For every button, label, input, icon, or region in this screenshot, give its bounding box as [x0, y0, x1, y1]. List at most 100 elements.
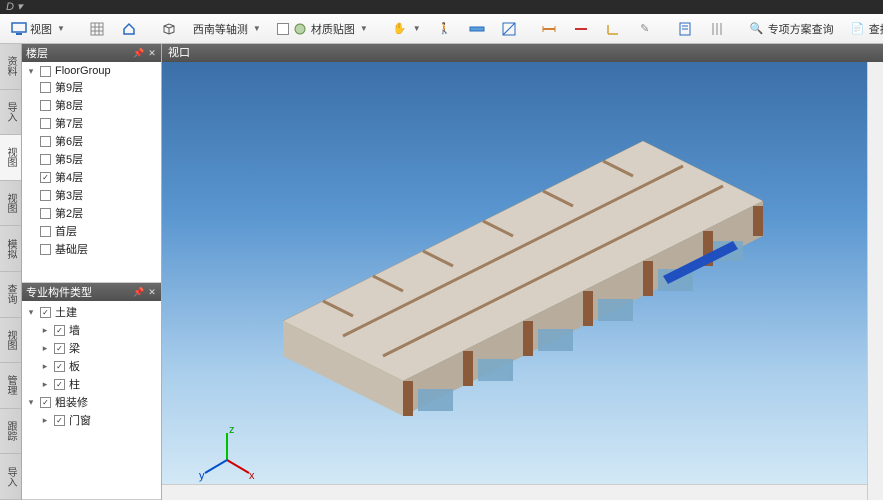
left-tabbar: 资料 导入 视图 视图 模拟 查询 视图 管理 跟踪 导入	[0, 44, 22, 500]
checkbox[interactable]	[40, 100, 51, 111]
lefttab-7[interactable]: 管理	[0, 363, 21, 409]
view-button[interactable]: 视图 ▼	[4, 16, 72, 42]
expand-icon[interactable]: ▾	[26, 397, 36, 408]
checkbox[interactable]: ✓	[40, 307, 51, 318]
close-icon[interactable]: ✕	[147, 48, 157, 58]
floor-item[interactable]: 基础层	[22, 240, 161, 258]
lefttab-8[interactable]: 跟踪	[0, 409, 21, 455]
hand-icon: ✋	[392, 21, 408, 37]
app-titlebar: D ▾	[0, 0, 883, 14]
section-button[interactable]	[494, 16, 524, 42]
checkbox[interactable]: ✓	[40, 172, 51, 183]
cube-button[interactable]	[154, 16, 184, 42]
type-label: 墙	[69, 322, 80, 338]
floors-panel-header[interactable]: 楼层 📌 ✕	[22, 44, 161, 62]
axis-view-button[interactable]: 西南等轴测 ▼	[186, 16, 268, 42]
lefttab-2[interactable]: 视图	[0, 135, 21, 181]
checkbox[interactable]	[40, 82, 51, 93]
expand-icon[interactable]: ▸	[40, 379, 50, 390]
pin-icon[interactable]: 📌	[133, 287, 143, 297]
columns-icon	[709, 21, 725, 37]
measure-button[interactable]	[462, 16, 492, 42]
dim-v-icon	[573, 21, 589, 37]
checkbox[interactable]	[40, 136, 51, 147]
type-item[interactable]: ▸✓板	[22, 357, 161, 375]
scrollbar-horizontal[interactable]	[162, 484, 867, 500]
checkbox[interactable]	[40, 226, 51, 237]
floor-label: 首层	[55, 223, 77, 239]
floor-label: 第9层	[55, 79, 83, 95]
grid-button[interactable]	[82, 16, 112, 42]
type-item[interactable]: ▸ ✓ 柱	[22, 375, 161, 393]
types-panel-header[interactable]: 专业构件类型 📌 ✕	[22, 283, 161, 301]
lefttab-3[interactable]: 视图	[0, 181, 21, 227]
type-item[interactable]: ▸ ✓ 墙	[22, 321, 161, 339]
floor-item[interactable]: 第6层	[22, 132, 161, 150]
lefttab-0[interactable]: 资料	[0, 44, 21, 90]
floor-item[interactable]: 首层	[22, 222, 161, 240]
checkbox[interactable]: ✓	[40, 397, 51, 408]
type-item[interactable]: ▸✓梁	[22, 339, 161, 357]
floor-item[interactable]: 第2层	[22, 204, 161, 222]
type-label: 柱	[69, 376, 80, 392]
types-title: 专业构件类型	[26, 284, 92, 300]
floor-label: 第4层	[55, 169, 83, 185]
floor-item[interactable]: 第9层	[22, 78, 161, 96]
checkbox[interactable]: ✓	[54, 361, 65, 372]
expand-icon[interactable]: ▸	[40, 343, 50, 354]
edit-button[interactable]: ✎	[630, 16, 660, 42]
checkbox[interactable]	[40, 118, 51, 129]
material-button[interactable]: 材质贴图 ▼	[270, 16, 375, 42]
floor-item[interactable]: 第3层	[22, 186, 161, 204]
viewport-3d[interactable]: z x y	[162, 62, 883, 500]
person-icon: 🚶	[437, 21, 453, 37]
svg-text:y: y	[199, 470, 205, 482]
close-icon[interactable]: ✕	[147, 287, 157, 297]
floors-title: 楼层	[26, 45, 48, 61]
checkbox[interactable]: ✓	[54, 343, 65, 354]
pan-button[interactable]: ✋▼	[385, 16, 428, 42]
collapse-icon[interactable]: ▾	[26, 66, 36, 77]
expand-icon[interactable]: ▸	[40, 361, 50, 372]
checkbox[interactable]: ✓	[54, 379, 65, 390]
home-button[interactable]	[114, 16, 144, 42]
axis-gizmo[interactable]: z x y	[197, 425, 257, 485]
checkbox[interactable]: ✓	[54, 325, 65, 336]
checkbox[interactable]	[40, 190, 51, 201]
pin-icon[interactable]: 📌	[133, 48, 143, 58]
angle-icon	[605, 21, 621, 37]
floor-item[interactable]: ✓ 第4层	[22, 168, 161, 186]
filter-button[interactable]	[670, 16, 700, 42]
dim-v-button[interactable]	[566, 16, 596, 42]
floor-root[interactable]: ▾ FloorGroup	[22, 64, 161, 78]
checkbox[interactable]	[40, 66, 51, 77]
type-item[interactable]: ▾✓粗装修	[22, 393, 161, 411]
scrollbar-vertical[interactable]	[867, 62, 883, 500]
floor-item[interactable]: 第7层	[22, 114, 161, 132]
checkbox[interactable]	[40, 244, 51, 255]
checkbox[interactable]: ✓	[54, 415, 65, 426]
angle-button[interactable]	[598, 16, 628, 42]
type-item[interactable]: ▸ ✓ 门窗	[22, 411, 161, 429]
lefttab-1[interactable]: 导入	[0, 90, 21, 136]
dim-h-button[interactable]	[534, 16, 564, 42]
checkbox[interactable]	[40, 154, 51, 165]
walk-button[interactable]: 🚶	[430, 16, 460, 42]
lefttab-5[interactable]: 查询	[0, 272, 21, 318]
expand-icon[interactable]: ▸	[40, 415, 50, 426]
columns-button[interactable]	[702, 16, 732, 42]
checkbox[interactable]	[40, 208, 51, 219]
type-item[interactable]: ▾✓土建	[22, 303, 161, 321]
floor-item[interactable]: 第5层	[22, 150, 161, 168]
query-button[interactable]: 📄查找	[843, 16, 883, 42]
view-label: 视图	[30, 21, 52, 37]
lefttab-9[interactable]: 导入	[0, 454, 21, 500]
lefttab-4[interactable]: 模拟	[0, 226, 21, 272]
floor-item[interactable]: 第8层	[22, 96, 161, 114]
floor-label: 第8层	[55, 97, 83, 113]
expand-icon[interactable]: ▾	[26, 307, 36, 318]
expand-icon[interactable]: ▸	[40, 325, 50, 336]
lefttab-6[interactable]: 视图	[0, 318, 21, 364]
type-label: 门窗	[69, 412, 91, 428]
special-query-button[interactable]: 🔍专项方案查询	[742, 16, 841, 42]
